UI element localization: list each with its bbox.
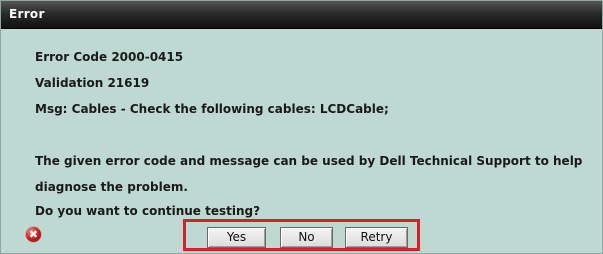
body-text-line-1: The given error code and message can be … [35,154,583,168]
window-title: Error [9,7,45,21]
body-text-line-2: diagnose the problem. [35,180,188,194]
no-button[interactable]: No [280,227,333,248]
retry-button[interactable]: Retry [345,227,408,248]
error-code-text: Error Code 2000-0415 [35,50,184,64]
title-bar[interactable]: Error [1,1,602,29]
validation-text: Validation 21619 [35,76,150,90]
continue-question: Do you want to continue testing? [35,204,261,218]
yes-button[interactable]: Yes [207,227,266,248]
error-glyph: ✖ [28,228,39,241]
message-text: Msg: Cables - Check the following cables… [35,102,389,116]
error-dialog: Error Error Code 2000-0415 Validation 21… [0,0,603,254]
error-icon: ✖ [26,227,41,242]
